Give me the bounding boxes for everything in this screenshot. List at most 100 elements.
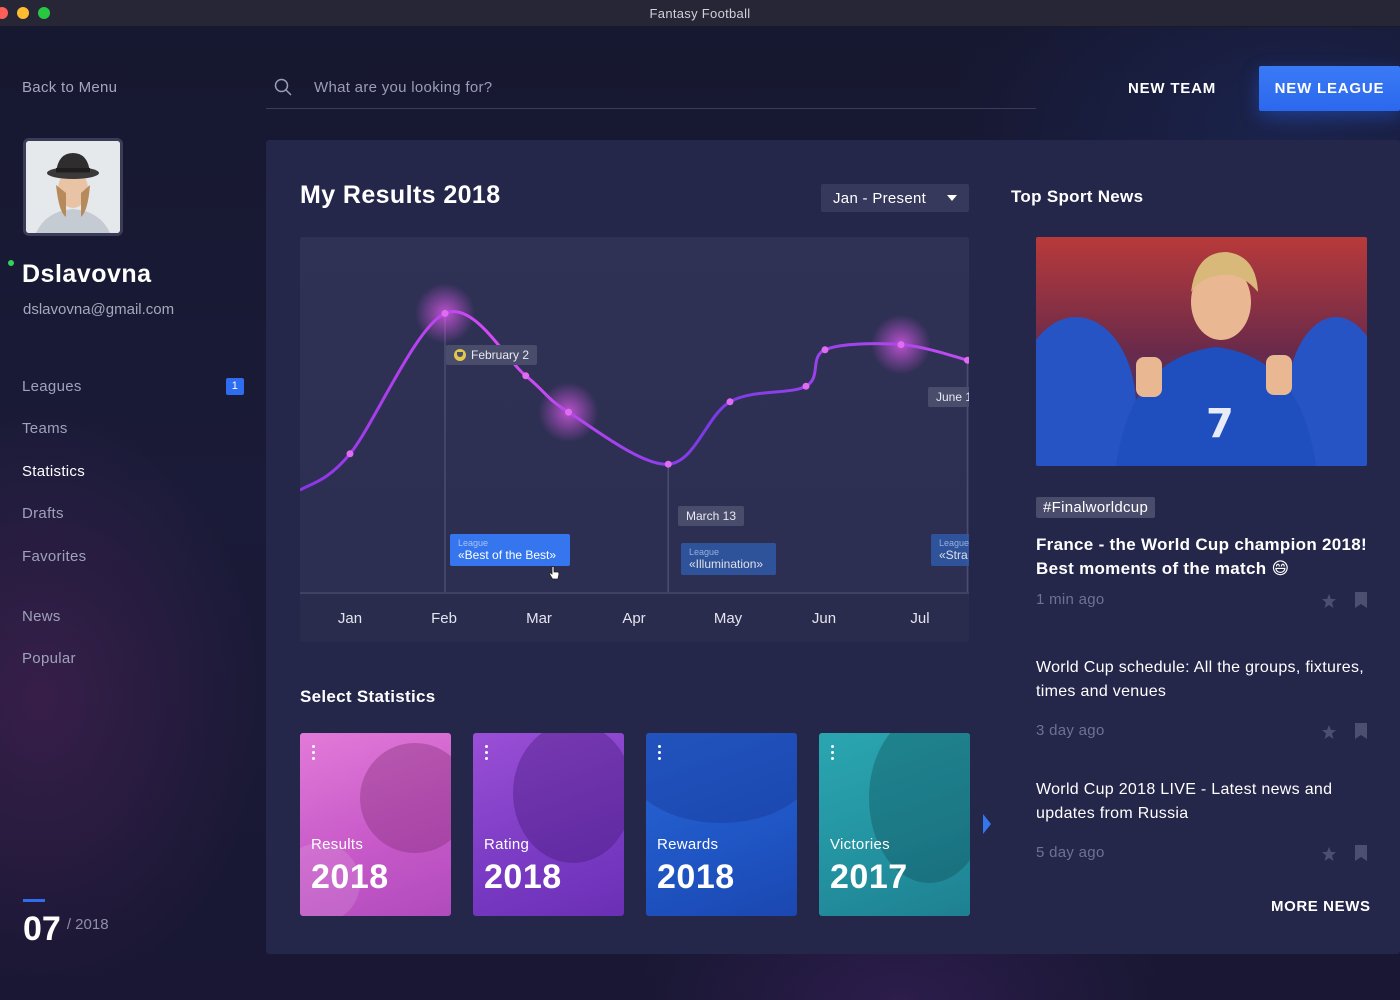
news-photo[interactable]: 7 — [1036, 237, 1367, 466]
data-point[interactable] — [441, 309, 449, 317]
back-to-menu-link[interactable]: Back to Menu — [22, 79, 117, 96]
data-point[interactable] — [565, 408, 572, 416]
news-item[interactable]: World Cup 2018 LIVE - Latest news and up… — [1036, 778, 1367, 866]
x-tick-label: May — [713, 610, 743, 627]
stat-card-victories[interactable]: Victories 2017 — [819, 733, 970, 916]
stat-card-rewards[interactable]: Rewards 2018 — [646, 733, 797, 916]
date-range-select[interactable]: Jan - Present — [821, 184, 969, 212]
marker-tooltip-feb[interactable]: February 2 — [446, 345, 538, 365]
sidebar-nav: Leagues 1 Teams Statistics Drafts Favori… — [22, 365, 244, 578]
league-tag-name: «Stra — [939, 548, 968, 562]
x-tick-label: Mar — [526, 610, 552, 627]
stat-card-label: Results — [311, 836, 364, 853]
avatar[interactable] — [23, 138, 123, 236]
zoom-window-button[interactable] — [38, 7, 50, 19]
more-options-icon[interactable] — [312, 745, 316, 763]
stat-card-year: 2018 — [657, 858, 735, 896]
date-month: 07 — [23, 910, 61, 948]
league-tag-illumination[interactable]: League «Illumination» — [681, 543, 776, 575]
search-icon — [274, 78, 292, 96]
x-tick-label: Jul — [910, 610, 930, 627]
new-team-button[interactable]: NEW TEAM — [1108, 66, 1236, 110]
data-point[interactable] — [802, 382, 810, 390]
league-tag-name: «Illumination» — [689, 557, 764, 571]
league-tag-label: League — [939, 538, 969, 548]
more-options-icon[interactable] — [658, 745, 662, 763]
sidebar-item-favorites[interactable]: Favorites — [22, 535, 244, 578]
marker-tooltip-mar[interactable]: March 13 — [678, 506, 745, 526]
league-tag-label: League — [689, 547, 720, 557]
x-axis: Jan Feb Mar Apr May Jun Jul — [300, 592, 969, 642]
sidebar-item-leagues[interactable]: Leagues 1 — [22, 365, 244, 408]
sidebar: Back to Menu Dslavovna dslavovna@gmail.c… — [0, 27, 266, 1000]
news-headline[interactable]: France - the World Cup champion 2018! Be… — [1036, 533, 1367, 581]
data-point[interactable] — [821, 346, 829, 354]
sidebar-item-news[interactable]: News — [22, 595, 244, 638]
search-input[interactable] — [314, 78, 914, 96]
card-image — [513, 733, 624, 863]
league-tag-label: League — [458, 538, 489, 548]
window-title: Fantasy Football — [649, 5, 751, 21]
bookmark-icon[interactable] — [1355, 592, 1367, 608]
user-email: dslavovna@gmail.com — [23, 301, 175, 318]
news-section-title: Top Sport News — [1011, 187, 1144, 206]
data-point[interactable] — [726, 398, 734, 406]
data-point[interactable] — [664, 460, 672, 468]
league-tag-best-of-the-best[interactable]: League «Best of the Best» — [450, 534, 570, 566]
stat-card-year: 2018 — [484, 858, 562, 896]
sidebar-item-drafts[interactable]: Drafts — [22, 493, 244, 536]
news-hashtag[interactable]: #Finalworldcup — [1036, 497, 1156, 518]
news-photo-image: 7 — [1036, 237, 1367, 466]
next-arrow-icon[interactable] — [983, 814, 991, 834]
more-options-icon[interactable] — [485, 745, 489, 763]
data-point[interactable] — [897, 341, 905, 349]
data-point[interactable] — [522, 372, 530, 380]
more-news-link[interactable]: MORE NEWS — [1271, 898, 1371, 915]
sidebar-item-label: News — [22, 607, 61, 625]
data-point[interactable] — [346, 450, 354, 458]
star-icon[interactable] — [1321, 846, 1337, 862]
sidebar-item-teams[interactable]: Teams — [22, 408, 244, 451]
league-tag-stra[interactable]: League «Stra — [931, 534, 969, 566]
leagues-count-badge: 1 — [226, 377, 244, 395]
avatar-photo — [26, 141, 120, 233]
news-time: 3 day ago — [1036, 722, 1105, 739]
marker-date: March 13 — [686, 509, 737, 523]
more-options-icon[interactable] — [831, 745, 835, 763]
sidebar-item-label: Statistics — [22, 462, 86, 480]
star-icon[interactable] — [1321, 724, 1337, 740]
series-line — [300, 310, 969, 492]
news-headline[interactable]: World Cup 2018 LIVE - Latest news and up… — [1036, 778, 1367, 826]
results-chart[interactable]: Jan Feb Mar Apr May Jun Jul February 2 M… — [300, 237, 969, 642]
card-image — [646, 733, 797, 823]
marker-tooltip-jun[interactable]: June 1 — [928, 387, 969, 407]
x-tick-label: Jan — [337, 610, 363, 627]
sidebar-item-statistics[interactable]: Statistics — [22, 450, 244, 493]
current-date: 07 / 2018 — [23, 899, 109, 949]
online-status-dot — [8, 260, 14, 266]
stat-card-label: Rating — [484, 836, 530, 853]
news-item[interactable]: France - the World Cup champion 2018! Be… — [1036, 533, 1367, 613]
sidebar-item-label: Leagues — [22, 377, 82, 395]
news-time: 5 day ago — [1036, 844, 1105, 861]
stat-card-results[interactable]: Results 2018 — [300, 733, 451, 916]
close-window-button[interactable] — [0, 7, 8, 19]
search-bar[interactable] — [266, 66, 1036, 109]
sidebar-item-label: Popular — [22, 650, 76, 668]
window-titlebar: Fantasy Football — [0, 0, 1400, 27]
date-year: / 2018 — [66, 916, 109, 933]
minimize-window-button[interactable] — [17, 7, 29, 19]
bookmark-icon[interactable] — [1355, 845, 1367, 861]
bookmark-icon[interactable] — [1355, 723, 1367, 739]
news-meta: 5 day ago — [1036, 844, 1367, 866]
date-accent-bar — [23, 899, 45, 902]
new-league-button[interactable]: NEW LEAGUE — [1259, 66, 1400, 111]
data-point[interactable] — [964, 356, 969, 364]
news-time: 1 min ago — [1036, 591, 1105, 608]
news-headline[interactable]: World Cup schedule: All the groups, fixt… — [1036, 656, 1367, 704]
stat-card-rating[interactable]: Rating 2018 — [473, 733, 624, 916]
star-icon[interactable] — [1321, 593, 1337, 609]
sidebar-item-popular[interactable]: Popular — [22, 638, 244, 681]
x-tick-label: Feb — [431, 610, 457, 627]
news-item[interactable]: World Cup schedule: All the groups, fixt… — [1036, 656, 1367, 744]
